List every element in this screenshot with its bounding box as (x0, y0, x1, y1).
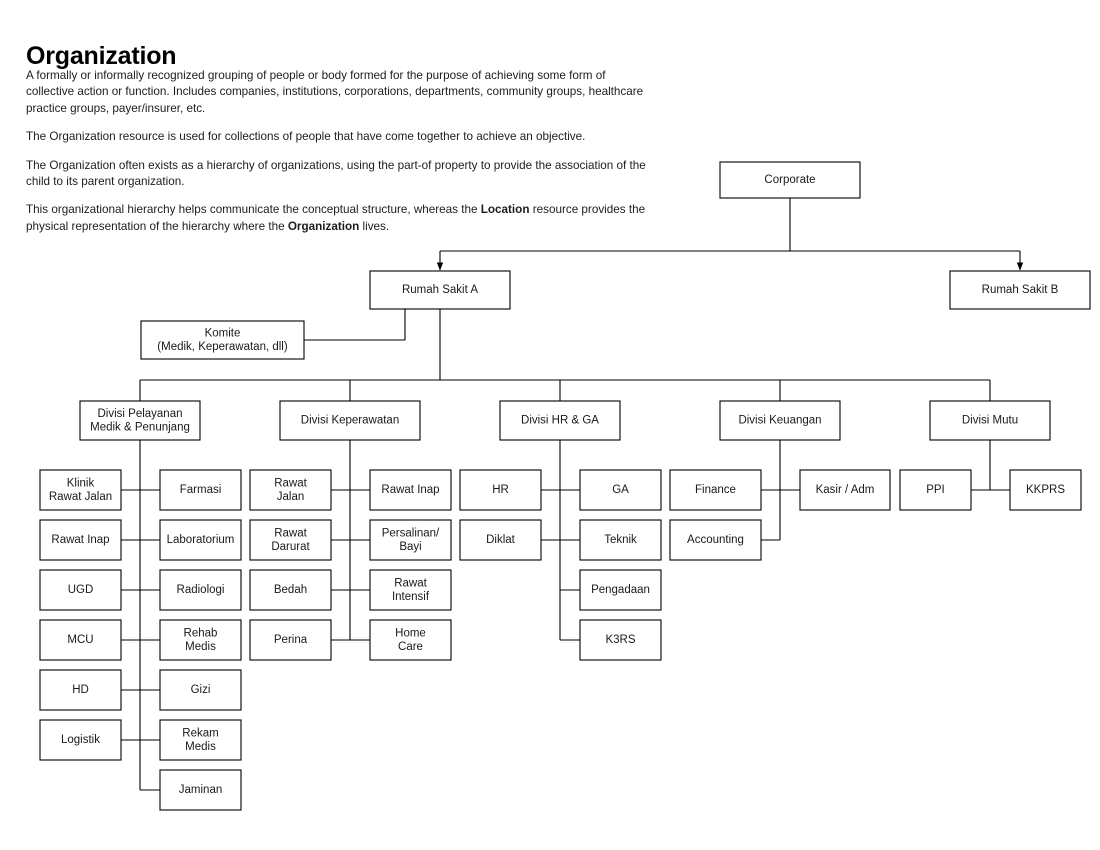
org-node-perina[interactable]: Perina (249, 619, 332, 661)
org-node-ugd[interactable]: UGD (39, 569, 122, 611)
org-node-label-accounting: Accounting (687, 534, 744, 546)
org-node-label-kkprs: KKPRS (1026, 484, 1065, 496)
org-node-label-rawat-intensif: Rawat Intensif (392, 577, 430, 603)
org-node-label-bedah: Bedah (274, 584, 307, 596)
org-node-ppi[interactable]: PPI (899, 469, 972, 511)
org-node-divisi-keperawatan[interactable]: Divisi Keperawatan (279, 400, 421, 441)
org-node-label-divisi-pelayanan: Divisi Pelayanan Medik & Penunjang (90, 408, 190, 434)
org-node-label-divisi-hr-ga: Divisi HR & GA (521, 415, 599, 427)
org-node-label-ugd: UGD (68, 584, 94, 596)
org-node-label-farmasi: Farmasi (180, 484, 222, 496)
org-node-radiologi[interactable]: Radiologi (159, 569, 242, 611)
org-node-divisi-keuangan[interactable]: Divisi Keuangan (719, 400, 841, 441)
org-node-label-hr: HR (492, 484, 509, 496)
org-node-label-rekam-medis: Rekam Medis (182, 727, 218, 753)
org-node-farmasi[interactable]: Farmasi (159, 469, 242, 511)
org-node-hr[interactable]: HR (459, 469, 542, 511)
org-node-klinik-rawat-jalan[interactable]: Klinik Rawat Jalan (39, 469, 122, 511)
org-node-label-rawat-inap-1: Rawat Inap (51, 534, 109, 546)
organization-chart: Corporate Rumah Sakit A Rumah Sakit B Komit… (39, 161, 1091, 811)
org-node-laboratorium[interactable]: Laboratorium (159, 519, 242, 561)
org-node-label-corporate: Corporate (764, 174, 815, 186)
org-node-label-rawat-darurat: Rawat Darurat (271, 527, 310, 553)
org-node-persalinan-bayi[interactable]: Persalinan/Bayi (369, 519, 452, 561)
org-node-label-jaminan: Jaminan (179, 784, 222, 796)
org-node-label-home-care: Home Care (395, 627, 426, 653)
org-node-label-gizi: Gizi (191, 684, 211, 696)
org-node-hd[interactable]: HD (39, 669, 122, 711)
org-node-rumah-sakit-a[interactable]: Rumah Sakit A (369, 270, 511, 310)
org-node-rehab-medis[interactable]: Rehab Medis (159, 619, 242, 661)
org-node-label-rawat-jalan: Rawat Jalan (274, 477, 307, 503)
org-node-rekam-medis[interactable]: Rekam Medis (159, 719, 242, 761)
org-node-rawat-intensif[interactable]: Rawat Intensif (369, 569, 452, 611)
org-node-pengadaan[interactable]: Pengadaan (579, 569, 662, 611)
org-node-mcu[interactable]: MCU (39, 619, 122, 661)
org-node-kasir-adm[interactable]: Kasir / Adm (799, 469, 891, 511)
org-node-label-rehab-medis: Rehab Medis (184, 627, 218, 653)
org-node-corporate[interactable]: Corporate (719, 161, 861, 199)
org-node-label-finance: Finance (695, 484, 736, 496)
org-node-diklat[interactable]: Diklat (459, 519, 542, 561)
org-node-ga[interactable]: GA (579, 469, 662, 511)
org-node-rawat-jalan[interactable]: Rawat Jalan (249, 469, 332, 511)
org-node-label-rumah-sakit-a: Rumah Sakit A (402, 284, 478, 296)
org-node-label-hd: HD (72, 684, 89, 696)
org-node-divisi-pelayanan[interactable]: Divisi Pelayanan Medik & Penunjang (79, 400, 201, 441)
org-node-accounting[interactable]: Accounting (669, 519, 762, 561)
org-node-label-radiologi: Radiologi (177, 584, 225, 596)
org-node-label-logistik: Logistik (61, 734, 100, 746)
org-node-bedah[interactable]: Bedah (249, 569, 332, 611)
org-node-gizi[interactable]: Gizi (159, 669, 242, 711)
org-node-divisi-hr-ga[interactable]: Divisi HR & GA (499, 400, 621, 441)
org-node-rawat-inap-2[interactable]: Rawat Inap (369, 469, 452, 511)
org-node-label-divisi-keperawatan: Divisi Keperawatan (301, 415, 399, 427)
org-node-home-care[interactable]: Home Care (369, 619, 452, 661)
org-node-teknik[interactable]: Teknik (579, 519, 662, 561)
org-node-label-divisi-mutu: Divisi Mutu (962, 415, 1018, 427)
org-node-label-kasir-adm: Kasir / Adm (816, 484, 875, 496)
org-node-jaminan[interactable]: Jaminan (159, 769, 242, 811)
org-node-label-laboratorium: Laboratorium (167, 534, 235, 546)
chart-node-layer: Corporate Rumah Sakit A Rumah Sakit B Komit… (39, 161, 1091, 811)
org-node-divisi-mutu[interactable]: Divisi Mutu (929, 400, 1051, 441)
org-node-label-pengadaan: Pengadaan (591, 584, 650, 596)
org-node-rawat-inap-1[interactable]: Rawat Inap (39, 519, 122, 561)
org-node-label-teknik: Teknik (604, 534, 637, 546)
org-node-kkprs[interactable]: KKPRS (1009, 469, 1082, 511)
org-node-logistik[interactable]: Logistik (39, 719, 122, 761)
org-node-label-mcu: MCU (67, 634, 93, 646)
org-node-label-ppi: PPI (926, 484, 945, 496)
org-node-finance[interactable]: Finance (669, 469, 762, 511)
org-node-label-rawat-inap-2: Rawat Inap (381, 484, 439, 496)
org-node-label-ga: GA (612, 484, 629, 496)
org-node-k3rs[interactable]: K3RS (579, 619, 662, 661)
org-node-label-rumah-sakit-b: Rumah Sakit B (982, 284, 1059, 296)
org-node-label-perina: Perina (274, 634, 308, 646)
org-node-rumah-sakit-b[interactable]: Rumah Sakit B (949, 270, 1091, 310)
org-node-label-diklat: Diklat (486, 534, 516, 546)
org-node-komite[interactable]: Komite (Medik, Keperawatan, dll) (140, 320, 305, 360)
org-node-label-divisi-keuangan: Divisi Keuangan (738, 415, 821, 427)
org-node-label-k3rs: K3RS (605, 634, 635, 646)
org-node-rawat-darurat[interactable]: Rawat Darurat (249, 519, 332, 561)
